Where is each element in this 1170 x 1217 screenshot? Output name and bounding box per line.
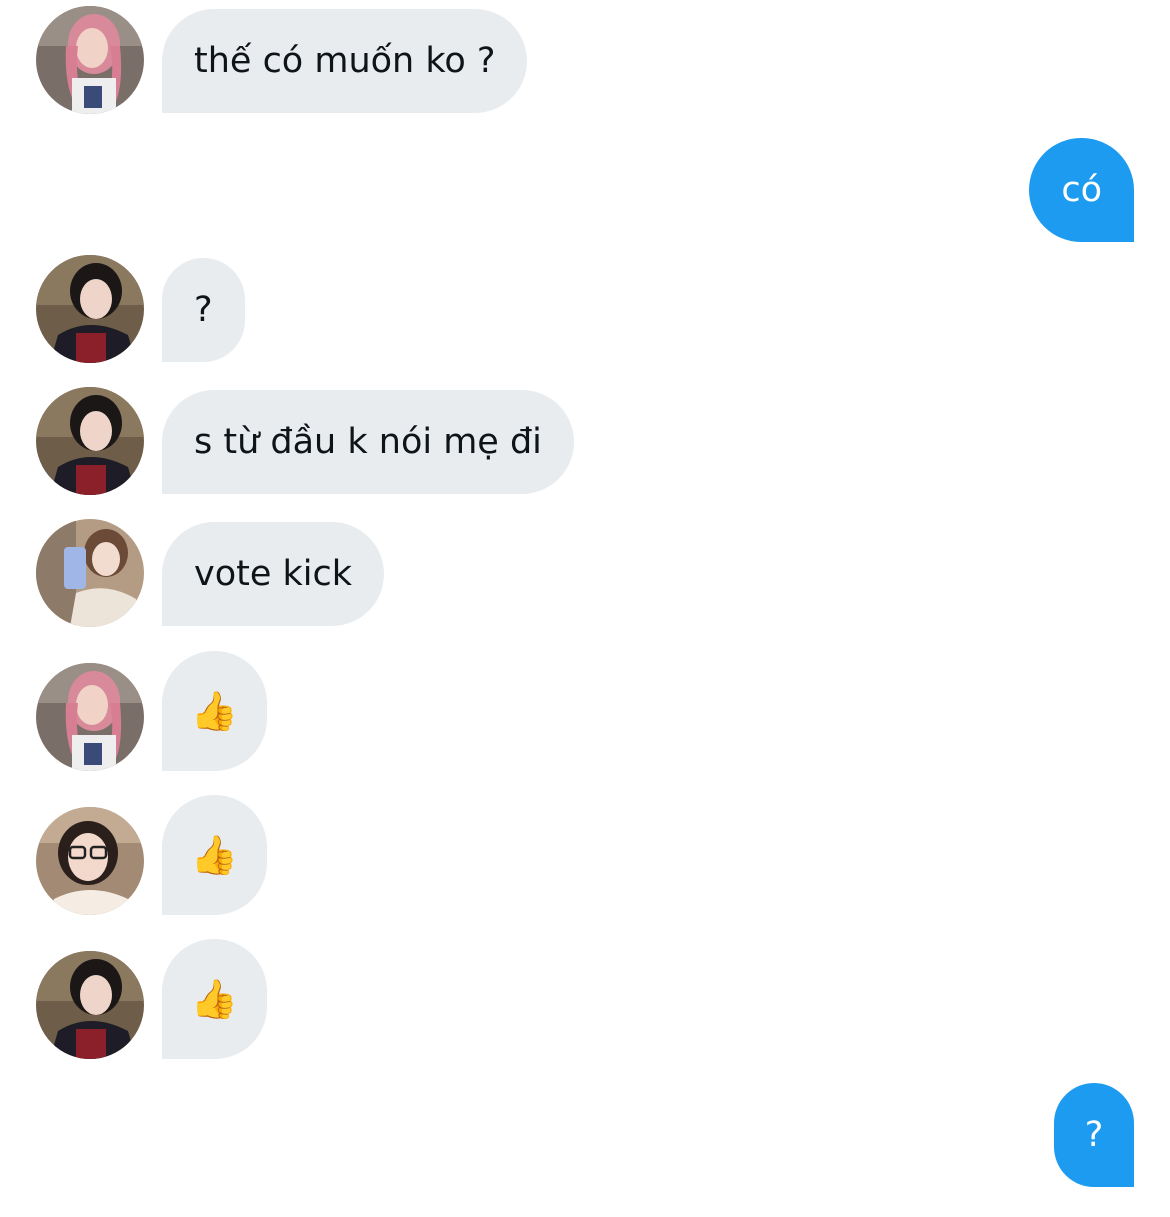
dark-hair-avatar[interactable] (36, 387, 144, 495)
incoming-message-bubble[interactable]: s từ đầu k nói mẹ đi (162, 390, 574, 494)
incoming-message-bubble[interactable]: vote kick (162, 522, 385, 626)
thumbs-up-emoji: 👍 (190, 832, 239, 877)
thumbs-up-emoji: 👍 (190, 688, 239, 733)
incoming-message-bubble[interactable]: thế có muốn ko ? (162, 9, 528, 113)
message-text: ? (194, 290, 213, 330)
dark-hair-avatar[interactable] (36, 255, 144, 363)
message-text: ? (1084, 1115, 1104, 1155)
message-text: thế có muốn ko ? (194, 41, 496, 81)
incoming-message-bubble[interactable]: 👍 (162, 795, 267, 915)
message-text: có (1061, 170, 1102, 210)
message-text: s từ đầu k nói mẹ đi (194, 422, 542, 462)
pink-hair-avatar[interactable] (36, 6, 144, 114)
message-thread: thế có muốn ko ? có ? s từ đầu k nói mẹ … (0, 0, 1170, 1217)
incoming-message-bubble[interactable]: 👍 (162, 651, 267, 771)
mirror-selfie-avatar[interactable] (36, 519, 144, 627)
incoming-message-bubble[interactable]: ? (162, 258, 245, 362)
dark-hair-avatar[interactable] (36, 951, 144, 1059)
message-text: vote kick (194, 554, 353, 594)
incoming-message-bubble[interactable]: 👍 (162, 939, 267, 1059)
outgoing-message-bubble[interactable]: ? (1054, 1083, 1134, 1187)
glasses-avatar[interactable] (36, 807, 144, 915)
thumbs-up-emoji: 👍 (190, 976, 239, 1021)
outgoing-message-bubble[interactable]: có (1029, 138, 1134, 242)
pink-hair-avatar[interactable] (36, 663, 144, 771)
